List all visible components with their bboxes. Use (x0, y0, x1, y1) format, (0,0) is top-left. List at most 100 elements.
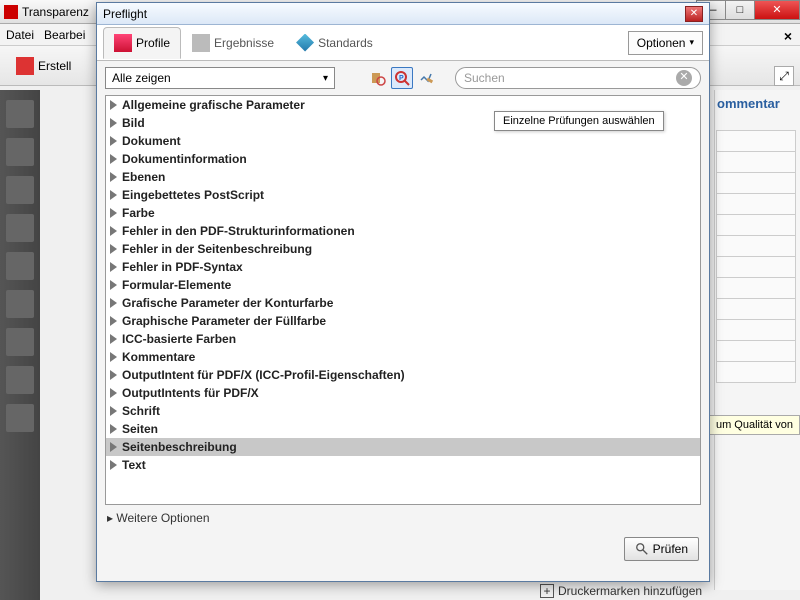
dialog-titlebar[interactable]: Preflight ✕ (97, 3, 709, 25)
tree-item[interactable]: Grafische Parameter der Konturfarbe (106, 294, 700, 312)
erstellen-label: Erstell (38, 59, 71, 73)
results-icon (192, 34, 210, 52)
plus-icon[interactable]: + (540, 584, 554, 598)
dialog-title: Preflight (103, 7, 685, 21)
view-profiles-icon[interactable] (367, 67, 389, 89)
tree-item[interactable]: Graphische Parameter der Füllfarbe (106, 312, 700, 330)
profile-icon (114, 34, 132, 52)
expand-arrow-icon (110, 424, 117, 434)
expand-arrow-icon (110, 118, 117, 128)
tool-icon[interactable] (6, 100, 34, 128)
expand-arrow-icon (110, 352, 117, 362)
tree-item-label: Eingebettetes PostScript (122, 188, 264, 202)
tab-profile[interactable]: Profile (103, 27, 181, 59)
tree-item[interactable]: Seitenbeschreibung (106, 438, 700, 456)
standards-icon (296, 34, 314, 52)
tool-icon[interactable] (6, 404, 34, 432)
tree-item[interactable]: Fehler in den PDF-Strukturinformationen (106, 222, 700, 240)
tree-item[interactable]: Eingebettetes PostScript (106, 186, 700, 204)
tree-item[interactable]: Formular-Elemente (106, 276, 700, 294)
dialog-toolbar-row: Alle zeigen P Suchen ✕ (97, 61, 709, 95)
tree-item-label: Seitenbeschreibung (122, 440, 237, 454)
tool-icon[interactable] (6, 138, 34, 166)
check-button-label: Prüfen (653, 542, 688, 556)
check-button[interactable]: Prüfen (624, 537, 699, 561)
tree-item-label: Dokument (122, 134, 181, 148)
tree-item-label: Formular-Elemente (122, 278, 231, 292)
tree-item-label: Ebenen (122, 170, 165, 184)
expand-arrow-icon (110, 226, 117, 236)
tree-item[interactable]: Seiten (106, 420, 700, 438)
expand-arrow-icon (110, 388, 117, 398)
tree-item[interactable]: Dokumentinformation (106, 150, 700, 168)
tree-item[interactable]: ICC-basierte Farben (106, 330, 700, 348)
right-panel-grid (716, 130, 796, 382)
tree-item[interactable]: Kommentare (106, 348, 700, 366)
tree-item[interactable]: Text (106, 456, 700, 474)
maximize-button[interactable]: □ (725, 0, 755, 20)
tree-item[interactable]: Ebenen (106, 168, 700, 186)
expand-arrow-icon (110, 280, 117, 290)
dialog-close-button[interactable]: ✕ (685, 6, 703, 22)
expand-icon[interactable]: ⤢ (774, 66, 794, 86)
expand-arrow-icon (110, 316, 117, 326)
tree-item-label: Kommentare (122, 350, 195, 364)
view-fixups-icon[interactable] (415, 67, 437, 89)
tool-icon[interactable] (6, 366, 34, 394)
bg-bottom-row: + Druckermarken hinzufügen (540, 584, 702, 598)
more-options-toggle[interactable]: Weitere Optionen (97, 505, 709, 531)
menu-datei[interactable]: Datei (6, 28, 34, 42)
tree-item[interactable]: OutputIntent für PDF/X (ICC-Profil-Eigen… (106, 366, 700, 384)
tree-item-label: Grafische Parameter der Konturfarbe (122, 296, 333, 310)
tab-standards[interactable]: Standards (285, 27, 384, 59)
pdf-create-icon (16, 57, 34, 75)
pdf-icon (4, 5, 18, 19)
menu-bearbeiten[interactable]: Bearbei (44, 28, 85, 42)
search-input[interactable]: Suchen ✕ (455, 67, 701, 89)
bg-tooltip: um Qualität von (709, 415, 800, 435)
expand-arrow-icon (110, 208, 117, 218)
hover-tooltip: Einzelne Prüfungen auswählen (494, 111, 664, 131)
tree-item[interactable]: Schrift (106, 402, 700, 420)
tree-item-label: Seiten (122, 422, 158, 436)
clear-search-icon[interactable]: ✕ (676, 70, 692, 86)
options-dropdown[interactable]: Optionen (628, 31, 703, 55)
tree-item-label: Text (122, 458, 146, 472)
bg-title: Transparenz (22, 5, 89, 19)
tree-item-label: Schrift (122, 404, 160, 418)
tool-icon[interactable] (6, 290, 34, 318)
tree-item[interactable]: Fehler in PDF-Syntax (106, 258, 700, 276)
tab-standards-label: Standards (318, 36, 373, 50)
tree-item[interactable]: Farbe (106, 204, 700, 222)
view-single-checks-icon[interactable]: P (391, 67, 413, 89)
tool-icon[interactable] (6, 176, 34, 204)
expand-arrow-icon (110, 244, 117, 254)
tree-item-label: Fehler in PDF-Syntax (122, 260, 243, 274)
tab-results[interactable]: Ergebnisse (181, 27, 285, 59)
tool-icon[interactable] (6, 214, 34, 242)
filter-dropdown-value: Alle zeigen (112, 71, 171, 85)
expand-arrow-icon (110, 172, 117, 182)
close-button[interactable]: ✕ (754, 0, 800, 20)
expand-arrow-icon (110, 154, 117, 164)
druckermarken-label: Druckermarken hinzufügen (558, 584, 702, 598)
tree-item-label: Graphische Parameter der Füllfarbe (122, 314, 326, 328)
tree-item-label: Allgemeine grafische Parameter (122, 98, 305, 112)
tool-icon[interactable] (6, 252, 34, 280)
dialog-bottom-bar: Prüfen (97, 531, 709, 567)
tree-item[interactable]: Dokument (106, 132, 700, 150)
checks-tree[interactable]: Allgemeine grafische Parameter Bild Dokume… (105, 95, 701, 505)
dialog-tabs: Profile Ergebnisse Standards Optionen (97, 25, 709, 61)
tree-item-label: OutputIntent für PDF/X (ICC-Profil-Eigen… (122, 368, 405, 382)
tree-item[interactable]: Fehler in der Seitenbeschreibung (106, 240, 700, 258)
tab-results-label: Ergebnisse (214, 36, 274, 50)
filter-dropdown[interactable]: Alle zeigen (105, 67, 335, 89)
tool-icon[interactable] (6, 328, 34, 356)
tree-item[interactable]: OutputIntents für PDF/X (106, 384, 700, 402)
panel-close-icon[interactable]: × (784, 28, 792, 44)
svg-text:P: P (399, 75, 404, 82)
erstellen-button[interactable]: Erstell (10, 53, 77, 79)
tree-item-label: Fehler in den PDF-Strukturinformationen (122, 224, 355, 238)
tree-item-label: Bild (122, 116, 145, 130)
tree-item-label: ICC-basierte Farben (122, 332, 236, 346)
